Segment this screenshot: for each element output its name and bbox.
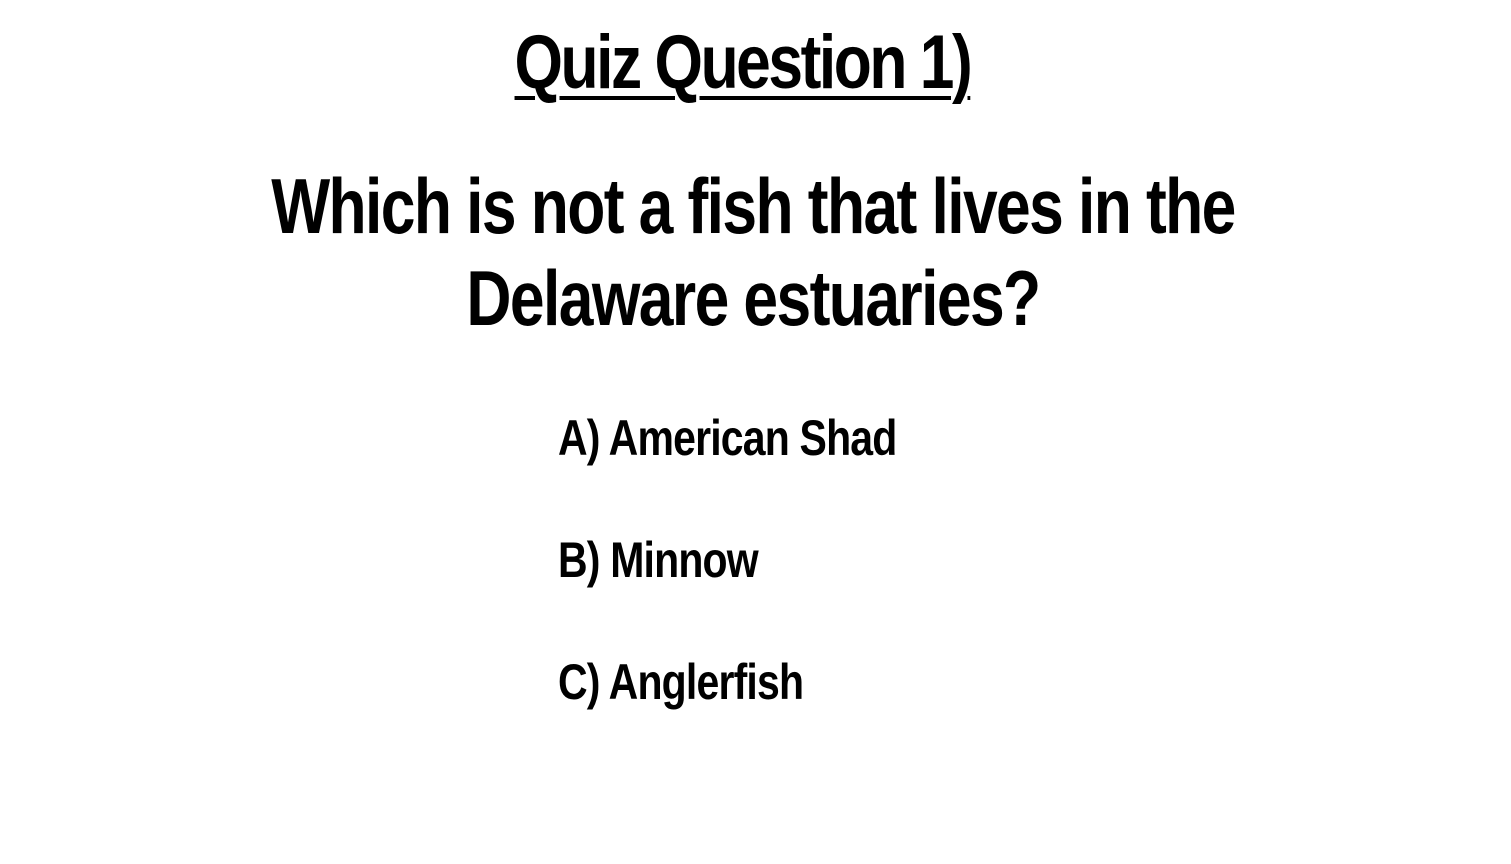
quiz-slide: Quiz Question 1) Which is not a fish tha… — [0, 0, 1511, 864]
slide-title-text: Quiz Question 1) — [514, 20, 973, 105]
option-c: C) Anglerfish — [558, 654, 804, 710]
option-b: B) Minnow — [558, 532, 759, 588]
slide-title: Quiz Question 1) — [134, 18, 1352, 108]
answer-options: A) American Shad B) Minnow C) Anglerfish — [558, 408, 1258, 774]
option-a: A) American Shad — [558, 410, 897, 466]
question-text: Which is not a fish that lives in the De… — [271, 162, 1236, 342]
